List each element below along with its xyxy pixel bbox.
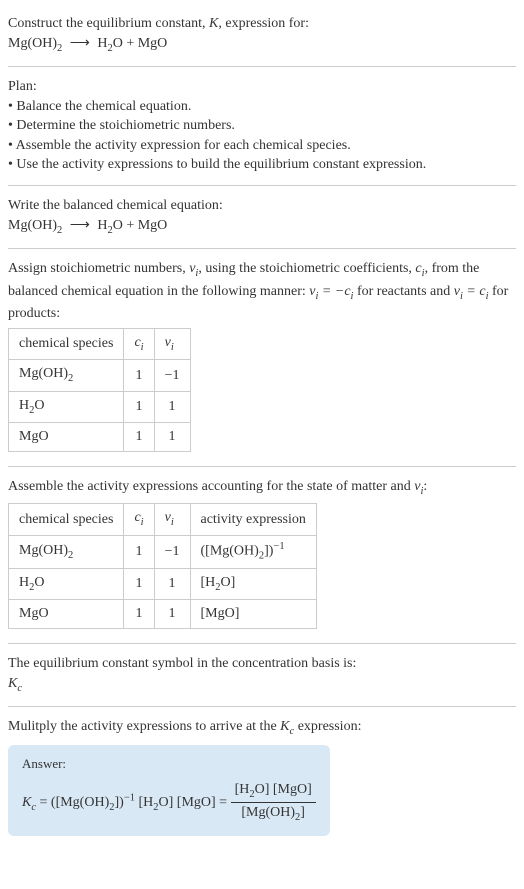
divider xyxy=(8,66,516,67)
plan-heading: Plan: xyxy=(8,77,516,97)
table-cell: 1 xyxy=(154,423,190,452)
table-cell: 1 xyxy=(124,600,154,629)
table-cell: 1 xyxy=(124,535,154,568)
plan-item: Balance the chemical equation. xyxy=(8,97,516,117)
multiply-section: Mulitply the activity expressions to arr… xyxy=(8,711,516,842)
table-cell: MgO xyxy=(9,600,124,629)
stoich-section: Assign stoichiometric numbers, νi , using… xyxy=(8,253,516,462)
answer-label: Answer: xyxy=(22,755,316,773)
divider xyxy=(8,466,516,467)
table-cell: 1 xyxy=(124,391,154,422)
table-header: ci xyxy=(124,328,154,359)
activity-table: chemical species ci νi activity expressi… xyxy=(8,503,317,629)
table-row: H2O 1 1 [H2O] xyxy=(9,568,317,599)
stoich-table: chemical species ci νi Mg(OH)2 1 −1 H2O … xyxy=(8,328,191,452)
plan-item: Determine the stoichiometric numbers. xyxy=(8,116,516,136)
table-cell: 1 xyxy=(154,568,190,599)
activity-text-2: : xyxy=(423,479,427,494)
stoich-text-1: Assign stoichiometric numbers, xyxy=(8,261,189,276)
table-cell: 1 xyxy=(124,360,154,391)
multiply-text: Mulitply the activity expressions to arr… xyxy=(8,717,516,739)
table-cell: 1 xyxy=(154,391,190,422)
answer-equation: Kc = ([Mg(OH)2])−1 [H2O] [MgO] = [H2O] [… xyxy=(22,780,316,826)
table-row: MgO 1 1 [MgO] xyxy=(9,600,317,629)
table-row: H2O 1 1 xyxy=(9,391,191,422)
symbol-kc: Kc xyxy=(8,674,516,696)
divider xyxy=(8,185,516,186)
table-row: Mg(OH)2 1 −1 xyxy=(9,360,191,391)
divider xyxy=(8,643,516,644)
table-header: νi xyxy=(154,504,190,535)
table-cell: Mg(OH)2 xyxy=(9,535,124,568)
table-header-row: chemical species ci νi activity expressi… xyxy=(9,504,317,535)
plan-section: Plan: Balance the chemical equation. Det… xyxy=(8,71,516,181)
table-cell: 1 xyxy=(124,423,154,452)
table-cell: −1 xyxy=(154,360,190,391)
plan-item: Assemble the activity expression for eac… xyxy=(8,136,516,156)
intro-equation: Mg(OH)2 ⟶ H2O + MgO xyxy=(8,34,516,56)
table-header: activity expression xyxy=(190,504,316,535)
table-cell: [H2O] xyxy=(190,568,316,599)
plan-item: Use the activity expressions to build th… xyxy=(8,155,516,175)
table-cell: H2O xyxy=(9,391,124,422)
table-cell: [MgO] xyxy=(190,600,316,629)
table-header-row: chemical species ci νi xyxy=(9,328,191,359)
intro-section: Construct the equilibrium constant, K, e… xyxy=(8,8,516,62)
divider xyxy=(8,706,516,707)
table-row: MgO 1 1 xyxy=(9,423,191,452)
balanced-section: Write the balanced chemical equation: Mg… xyxy=(8,190,516,244)
stoich-text: Assign stoichiometric numbers, νi, using… xyxy=(8,259,516,324)
table-cell: ([Mg(OH)2])−1 xyxy=(190,535,316,568)
balanced-equation: Mg(OH)2 ⟶ H2O + MgO xyxy=(8,216,516,238)
table-cell: −1 xyxy=(154,535,190,568)
table-cell: 1 xyxy=(154,600,190,629)
divider xyxy=(8,248,516,249)
plan-list: Balance the chemical equation. Determine… xyxy=(8,97,516,175)
balanced-heading: Write the balanced chemical equation: xyxy=(8,196,516,216)
symbol-text: The equilibrium constant symbol in the c… xyxy=(8,654,516,674)
table-cell: MgO xyxy=(9,423,124,452)
table-cell: H2O xyxy=(9,568,124,599)
multiply-text-2: expression: xyxy=(294,719,361,734)
stoich-text-4: for reactants and xyxy=(353,284,453,299)
activity-text: Assemble the activity expressions accoun… xyxy=(8,477,516,499)
symbol-section: The equilibrium constant symbol in the c… xyxy=(8,648,516,702)
activity-section: Assemble the activity expressions accoun… xyxy=(8,471,516,639)
table-header: ci xyxy=(124,504,154,535)
intro-K: K xyxy=(209,16,218,31)
activity-text-1: Assemble the activity expressions accoun… xyxy=(8,479,414,494)
intro-text-1: Construct the equilibrium constant, xyxy=(8,16,209,31)
answer-box: Answer: Kc = ([Mg(OH)2])−1 [H2O] [MgO] =… xyxy=(8,745,330,835)
table-cell: Mg(OH)2 xyxy=(9,360,124,391)
table-row: Mg(OH)2 1 −1 ([Mg(OH)2])−1 xyxy=(9,535,317,568)
table-cell: 1 xyxy=(124,568,154,599)
table-header: chemical species xyxy=(9,504,124,535)
stoich-text-2: , using the stoichiometric coefficients, xyxy=(198,261,415,276)
table-header: chemical species xyxy=(9,328,124,359)
multiply-text-1: Mulitply the activity expressions to arr… xyxy=(8,719,280,734)
table-header: νi xyxy=(154,328,190,359)
intro-text-1b: , expression for: xyxy=(218,16,309,31)
